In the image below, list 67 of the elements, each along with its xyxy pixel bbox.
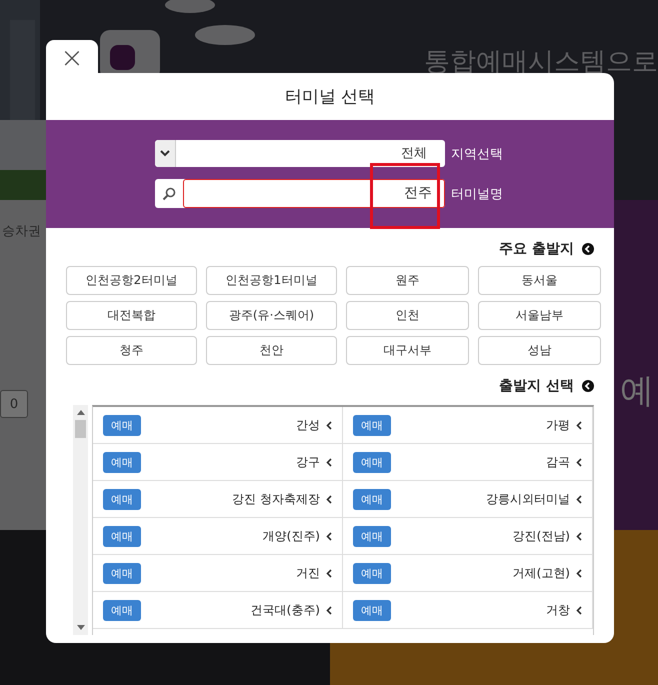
terminal-button[interactable]: 인천공항2터미널: [66, 266, 197, 295]
terminal-name[interactable]: 건국대(충주): [147, 602, 320, 618]
book-button[interactable]: 예매: [103, 488, 141, 510]
terminal-button[interactable]: 성남: [478, 336, 601, 365]
section-title: 주요 출발지: [499, 240, 574, 258]
terminal-input[interactable]: 전주: [183, 179, 445, 208]
terminal-button[interactable]: 대전복합: [66, 301, 197, 330]
terminal-name[interactable]: 강릉시외터미널: [397, 490, 570, 508]
chevron-left-icon: [576, 420, 582, 430]
terminal-button[interactable]: 인천공항1터미널: [206, 266, 337, 295]
terminal-name[interactable]: 감곡: [397, 454, 570, 470]
book-button[interactable]: 예매: [353, 414, 391, 436]
terminal-button[interactable]: 인천: [346, 301, 469, 330]
terminal-button[interactable]: 원주: [346, 266, 469, 295]
chevron-left-icon: [326, 532, 332, 540]
field-label: 터미널명: [451, 186, 503, 202]
search-icon: [162, 186, 176, 200]
book-button[interactable]: 예매: [353, 452, 391, 472]
book-button[interactable]: 예매: [103, 452, 141, 472]
close-button[interactable]: ×: [46, 40, 98, 76]
chevron-left-icon: [326, 494, 332, 504]
book-button[interactable]: 예매: [353, 488, 391, 510]
book-button[interactable]: 예매: [353, 526, 391, 546]
book-button[interactable]: 예매: [103, 600, 141, 620]
terminal-name[interactable]: 거진: [147, 564, 320, 582]
page-text: 예: [620, 370, 654, 413]
chevron-left-icon: [326, 420, 332, 430]
terminal-name[interactable]: 거제(고현): [397, 564, 570, 582]
terminal-button[interactable]: 동서울: [478, 266, 601, 295]
terminal-button[interactable]: 청주: [66, 336, 197, 365]
book-button[interactable]: 예매: [103, 562, 141, 584]
book-button[interactable]: 예매: [353, 600, 391, 620]
field-label: 지역선택: [451, 146, 503, 162]
chevron-left-icon: [576, 606, 582, 614]
terminal-name[interactable]: 강진 청자축제장: [147, 490, 320, 508]
section-title: 출발지 선택: [499, 377, 574, 395]
terminal-name[interactable]: 개양(진주): [147, 528, 320, 544]
region-select[interactable]: 전체: [155, 140, 445, 167]
terminal-name[interactable]: 강진(전남): [397, 528, 570, 544]
terminal-name[interactable]: 가평: [397, 416, 570, 434]
book-button[interactable]: 예매: [103, 414, 141, 436]
terminal-button[interactable]: 천안: [206, 336, 337, 365]
chevron-down-icon: [160, 150, 170, 157]
chevron-left-icon: [576, 568, 582, 578]
terminal-button[interactable]: 대구서부: [346, 336, 469, 365]
book-button[interactable]: 예매: [353, 562, 391, 584]
terminal-name[interactable]: 강구: [147, 454, 320, 470]
highlight-box: [370, 163, 440, 229]
scrollbar[interactable]: [73, 405, 88, 635]
chevron-left-icon: [582, 243, 594, 255]
chevron-left-icon: [576, 458, 582, 466]
chevron-left-icon: [576, 532, 582, 540]
book-button[interactable]: 예매: [103, 526, 141, 546]
chevron-left-icon: [582, 380, 594, 392]
chevron-left-icon: [326, 458, 332, 466]
terminal-name[interactable]: 거창: [397, 602, 570, 618]
chevron-left-icon: [326, 606, 332, 614]
terminal-button[interactable]: 광주(유·스퀘어): [206, 301, 337, 330]
scroll-thumb[interactable]: [75, 420, 86, 438]
terminal-name[interactable]: 간성: [147, 416, 320, 434]
chevron-left-icon: [576, 494, 582, 504]
scroll-down-icon[interactable]: [76, 625, 84, 630]
terminal-button[interactable]: 서울남부: [478, 301, 601, 330]
scroll-up-icon[interactable]: [76, 410, 84, 415]
page-headline: 통합예매시스템으로: [424, 46, 658, 79]
chevron-left-icon: [326, 568, 332, 578]
dialog-title: 터미널 선택: [284, 86, 376, 109]
